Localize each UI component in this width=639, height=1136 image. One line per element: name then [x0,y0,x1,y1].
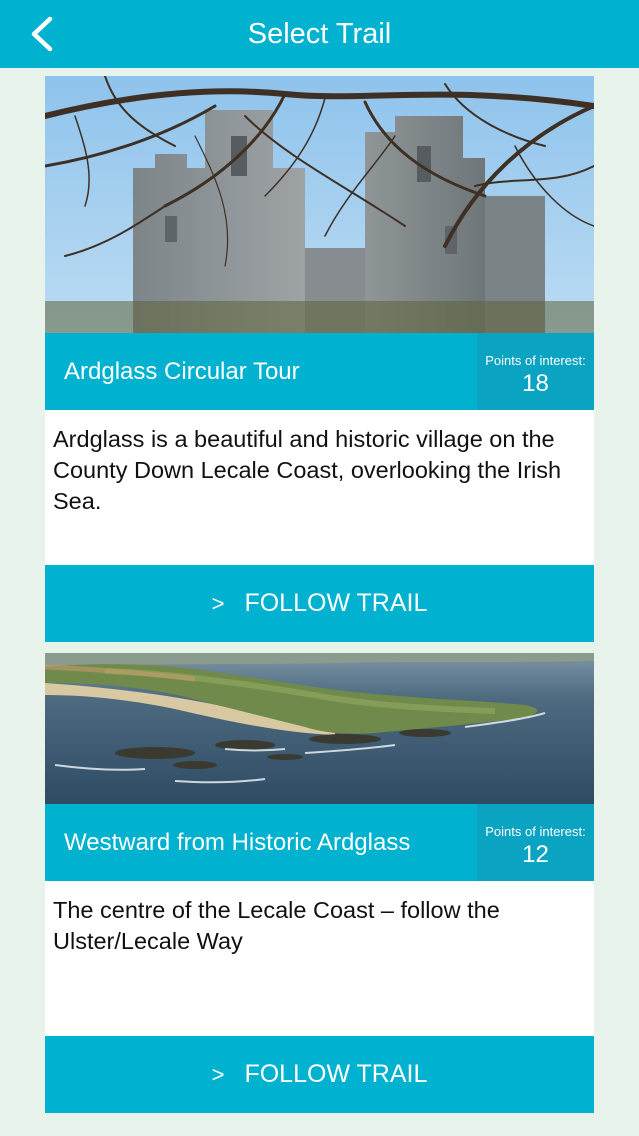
trail-description: Ardglass is a beautiful and historic vil… [53,426,562,514]
trail-card: Ardglass Circular Tour Points of interes… [45,76,594,642]
trail-description-box: Ardglass is a beautiful and historic vil… [45,410,594,565]
nav-bar: Select Trail [0,0,639,68]
points-of-interest-box: Points of interest: 18 [477,333,594,410]
chevron-right-icon: > [211,1062,225,1087]
trail-title-bar: Westward from Historic Ardglass Points o… [45,804,594,881]
poi-label: Points of interest: [485,824,586,839]
chevron-right-icon: > [211,591,225,616]
poi-count: 18 [522,370,549,397]
follow-trail-label: FOLLOW TRAIL [244,589,428,617]
trail-title-bar: Ardglass Circular Tour Points of interes… [45,333,594,410]
page-title: Select Trail [247,18,392,50]
follow-trail-button[interactable]: > FOLLOW TRAIL [45,565,594,642]
trail-description: The centre of the Lecale Coast – follow … [53,897,500,954]
poi-label: Points of interest: [485,353,586,368]
trail-image-castle [45,76,594,333]
follow-trail-button[interactable]: > FOLLOW TRAIL [45,1036,594,1113]
trail-name: Westward from Historic Ardglass [64,829,411,856]
trail-name: Ardglass Circular Tour [64,358,300,385]
trail-card: Westward from Historic Ardglass Points o… [45,653,594,1113]
trail-description-box: The centre of the Lecale Coast – follow … [45,881,594,1036]
follow-trail-label: FOLLOW TRAIL [244,1060,428,1088]
poi-count: 12 [522,841,549,868]
trail-image-coast [45,653,594,804]
points-of-interest-box: Points of interest: 12 [477,804,594,881]
